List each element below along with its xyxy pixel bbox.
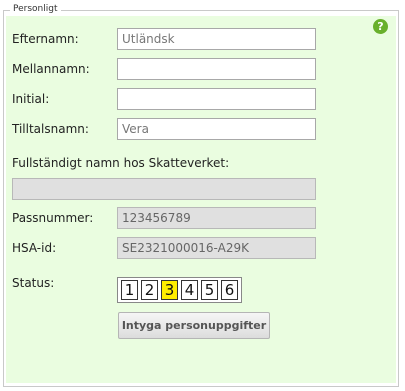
help-icon[interactable]: ? bbox=[373, 19, 388, 34]
mellannamn-label: Mellannamn: bbox=[12, 62, 90, 76]
status-option-4[interactable]: 4 bbox=[181, 280, 198, 300]
status-option-6[interactable]: 6 bbox=[221, 280, 238, 300]
tilltalsnamn-input[interactable]: Vera bbox=[117, 118, 316, 140]
mellannamn-input[interactable] bbox=[117, 58, 316, 80]
passnummer-label: Passnummer: bbox=[12, 211, 94, 225]
efternamn-input[interactable]: Utländsk bbox=[117, 28, 316, 50]
status-label: Status: bbox=[12, 276, 55, 290]
status-option-1[interactable]: 1 bbox=[121, 280, 138, 300]
hsa-id-label: HSA-id: bbox=[12, 241, 57, 255]
status-option-3[interactable]: 3 bbox=[161, 280, 178, 300]
hsa-id-field: SE2321000016-A29K bbox=[117, 237, 316, 259]
section-legend: Personligt bbox=[10, 3, 61, 15]
initial-input[interactable] bbox=[117, 88, 316, 110]
tilltalsnamn-label: Tilltalsnamn: bbox=[12, 122, 89, 136]
fullname-label: Fullständigt namn hos Skatteverket: bbox=[12, 156, 230, 170]
efternamn-label: Efternamn: bbox=[12, 32, 79, 46]
status-option-2[interactable]: 2 bbox=[141, 280, 158, 300]
verify-personal-data-button[interactable]: Intyga personuppgifter bbox=[118, 312, 270, 339]
initial-label: Initial: bbox=[12, 92, 50, 106]
status-selector: 1 2 3 4 5 6 bbox=[117, 277, 242, 303]
status-option-5[interactable]: 5 bbox=[201, 280, 218, 300]
fullname-field bbox=[12, 178, 316, 200]
passnummer-field: 123456789 bbox=[117, 207, 316, 229]
